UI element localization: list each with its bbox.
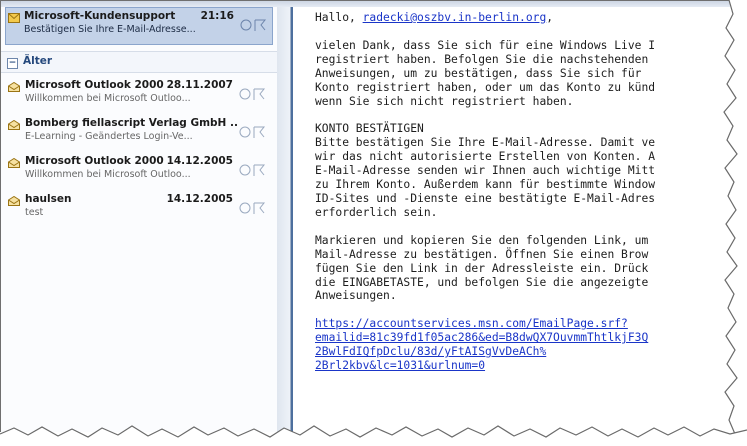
message-item[interactable]: Microsoft Outlook 2000 14.12.2005 Willko… <box>1 153 277 191</box>
read-envelope-icon <box>8 82 20 92</box>
message-preview: Willkommen bei Microsoft Outloo... <box>25 93 191 104</box>
message-item[interactable]: Bomberg fiellascript Verlag GmbH .. E-Le… <box>1 115 277 153</box>
flag-icon[interactable] <box>239 201 267 215</box>
message-time: 14.12.2005 <box>166 193 233 205</box>
body-paragraph: Markieren und kopieren Sie den folgenden… <box>315 233 649 303</box>
greeting-text: Hallo, <box>315 11 363 24</box>
message-list: Microsoft-Kundensupport 21:16 Bestätigen… <box>1 7 278 432</box>
message-preview: E-Learning - Geändertes Login-Ve... <box>25 131 193 142</box>
message-time: 28.11.2007 <box>166 79 233 91</box>
collapse-icon[interactable]: − <box>7 58 18 69</box>
group-header-older[interactable]: − Älter <box>1 51 277 73</box>
flag-icon[interactable] <box>239 125 267 139</box>
flag-icon[interactable] <box>239 87 267 101</box>
read-envelope-icon <box>8 120 20 130</box>
message-preview: Bestätigen Sie Ihre E-Mail-Adresse... <box>24 24 196 35</box>
message-item[interactable]: haulsen 14.12.2005 test <box>1 191 277 229</box>
group-label: Älter <box>23 55 53 67</box>
unread-envelope-icon <box>8 13 20 23</box>
reading-pane: Hallo, radecki@oszbv.in-berlin.org, viele… <box>291 7 730 432</box>
read-envelope-icon <box>8 196 20 206</box>
flag-icon[interactable] <box>239 163 267 177</box>
message-sender: Microsoft-Kundensupport <box>24 10 176 22</box>
message-time: 14.12.2005 <box>166 155 233 167</box>
message-time: 21:16 <box>200 10 234 22</box>
confirm-account-link[interactable]: https://accountservices.msn.com/EmailPag… <box>315 317 730 373</box>
greeting-line: Hallo, radecki@oszbv.in-berlin.org, <box>315 11 730 25</box>
body-paragraph: KONTO BESTÄTIGEN Bitte bestätigen Sie Ih… <box>315 122 656 219</box>
message-item[interactable]: Microsoft Outlook 2000 28.11.2007 Willko… <box>1 77 277 115</box>
message-list-scrollbar[interactable] <box>277 7 291 432</box>
greeting-suffix: , <box>546 11 554 24</box>
read-envelope-icon <box>8 158 20 168</box>
body-paragraph: vielen Dank, dass Sie sich für eine Wind… <box>315 38 656 108</box>
outlook-window: Microsoft-Kundensupport 21:16 Bestätigen… <box>0 0 730 432</box>
recipient-email-link[interactable]: radecki@oszbv.in-berlin.org <box>363 11 547 24</box>
message-body: Hallo, radecki@oszbv.in-berlin.org, viele… <box>315 11 730 373</box>
message-preview: Willkommen bei Microsoft Outloo... <box>25 169 191 180</box>
message-item-selected[interactable]: Microsoft-Kundensupport 21:16 Bestätigen… <box>5 7 273 45</box>
message-preview: test <box>25 207 44 218</box>
flag-icon[interactable] <box>240 18 268 32</box>
